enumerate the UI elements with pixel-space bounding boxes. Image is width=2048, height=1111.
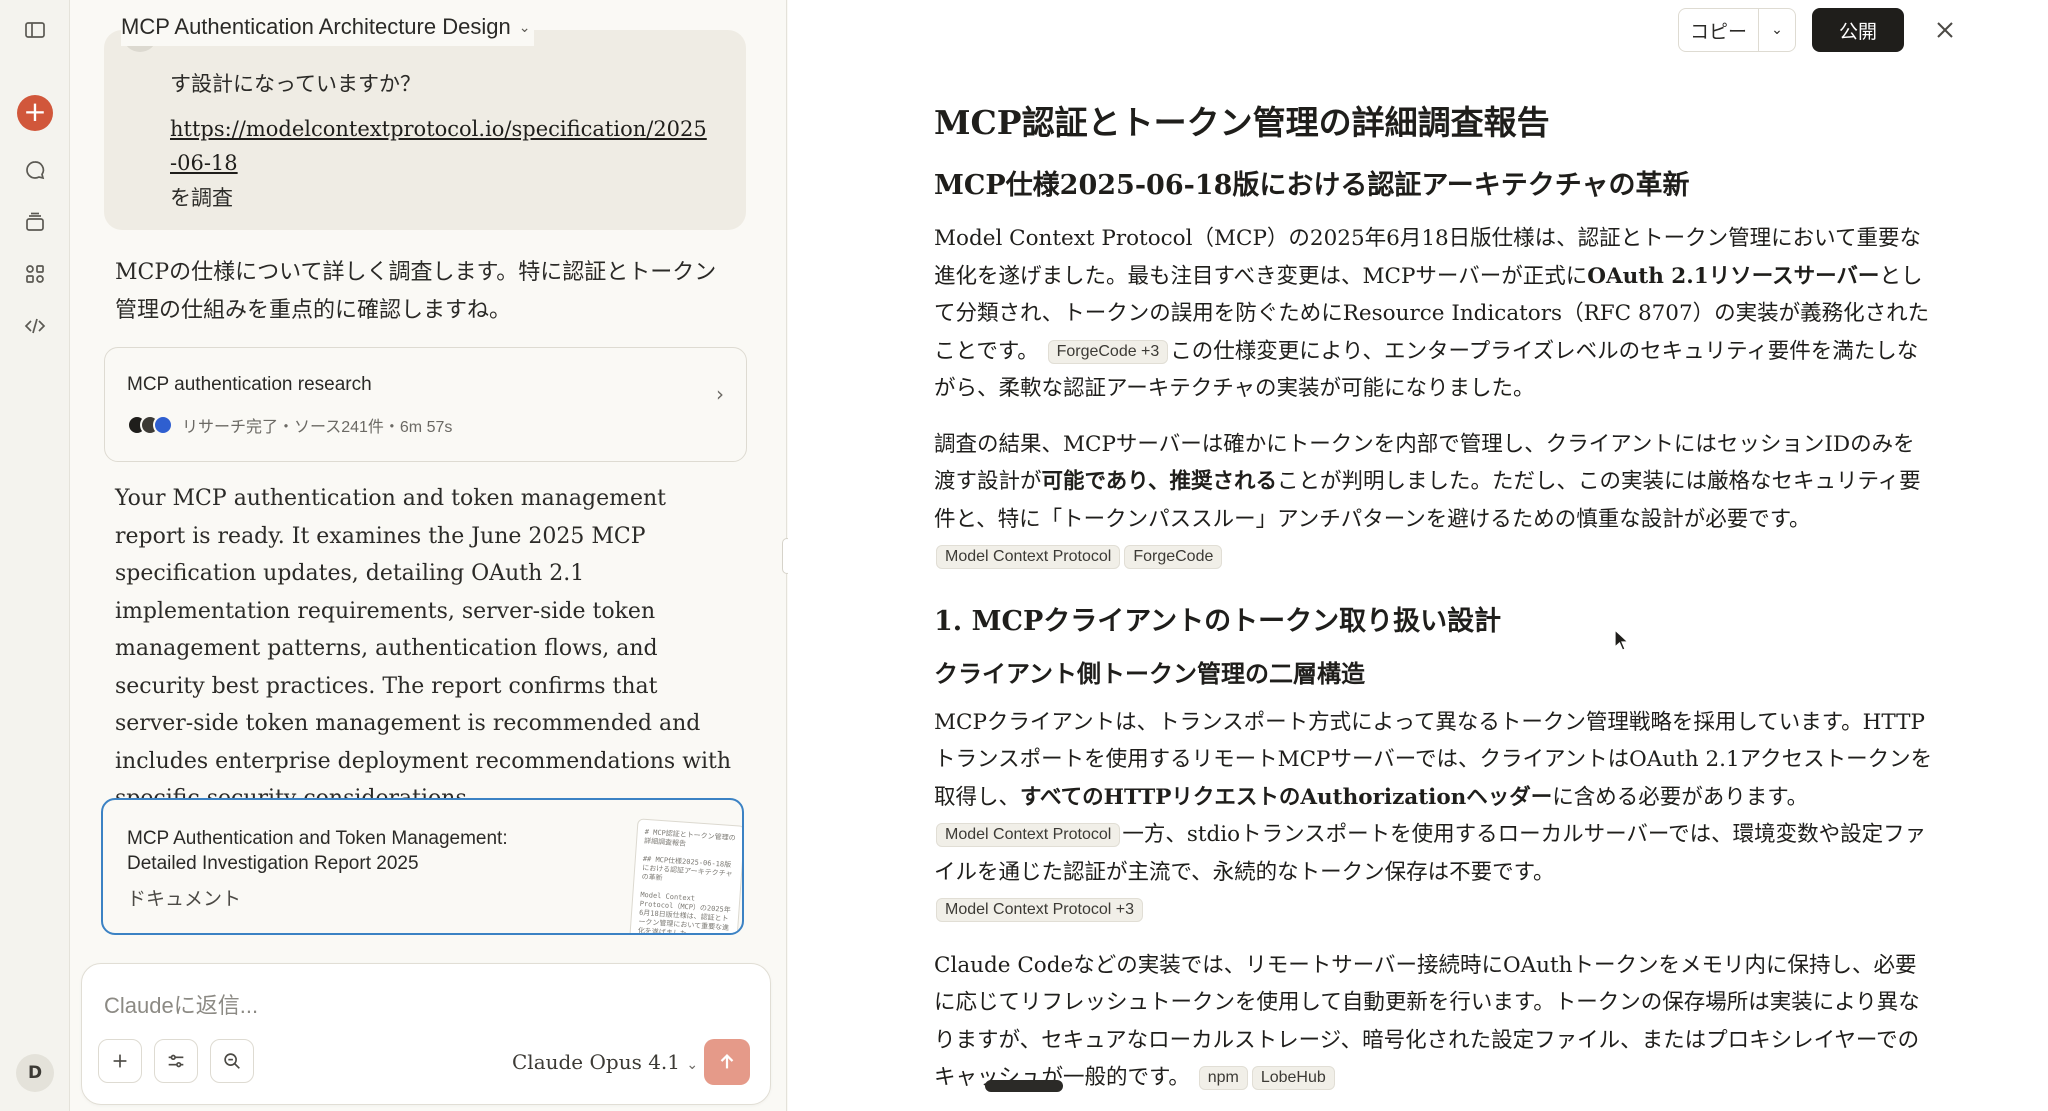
conversation-title-text: MCP Authentication Architecture Design (121, 14, 511, 39)
conversation-title[interactable]: MCP Authentication Architecture Design ⌄ (121, 14, 535, 46)
composer: Claudeに返信... Claude Opus 4.1 ⌄ (81, 963, 771, 1105)
citation-chip[interactable]: LobeHub (1251, 1066, 1335, 1090)
document-pane: コピー ⌄ 公開 MCP認証とトークン管理の詳細調査報告 MCP仕様2025-0… (788, 0, 2048, 1111)
chevron-down-icon: ⌄ (686, 1057, 699, 1073)
source-favicon-icon (153, 415, 173, 435)
subsection-heading: クライアント側トークン管理の二層構造 (934, 658, 1366, 688)
bold-text: 可能であり、推奨される (1041, 469, 1277, 494)
new-chat-button[interactable]: + (17, 95, 53, 131)
reply-input[interactable]: Claudeに返信... (104, 988, 258, 1020)
citation-chip[interactable]: Model Context Protocol (936, 545, 1121, 569)
research-card[interactable]: MCP authentication research リサーチ完了・ソース24… (104, 347, 747, 462)
section-heading: 1. MCPクライアントのトークン取り扱い設計 (934, 605, 1502, 637)
research-status: リサーチ完了・ソース241件・6m 57s (182, 419, 453, 436)
scroll-indicator[interactable] (985, 1080, 1063, 1092)
bold-text: OAuth 2.1リソースサーバー (1587, 263, 1880, 289)
user-message: す設計になっていますか？ https://modelcontextprotoco… (104, 24, 746, 230)
research-button[interactable] (210, 1039, 254, 1083)
model-name: Claude Opus 4.1 (512, 1050, 681, 1074)
code-icon[interactable] (19, 310, 51, 342)
projects-icon[interactable] (19, 206, 51, 238)
user-message-text-end: を調査 (170, 186, 233, 210)
source-favicons (127, 415, 173, 435)
user-avatar[interactable]: D (16, 1054, 54, 1092)
citation-chip[interactable]: Model Context Protocol +3 (936, 898, 1143, 922)
text: Claude Codeなどの実装では、リモートサーバー接続時にOAuthトークン… (934, 952, 1920, 1091)
document-title: MCP認証とトークン管理の詳細調査報告 (934, 103, 1550, 142)
paragraph: Model Context Protocol（MCP）の2025年6月18日版仕… (934, 220, 1934, 408)
close-icon[interactable] (1929, 14, 1961, 46)
research-card-meta: リサーチ完了・ソース241件・6m 57s (127, 413, 452, 437)
assistant-summary: Your MCP authentication and token manage… (115, 486, 732, 811)
document-card-type: ドキュメント (127, 889, 242, 910)
send-button[interactable] (704, 1039, 750, 1085)
add-attachment-button[interactable] (98, 1039, 142, 1083)
spec-link[interactable]: https://modelcontextprotocol.io/specific… (170, 112, 710, 180)
paragraph: MCPクライアントは、トランスポート方式によって異なるトークン管理戦略を採用して… (934, 704, 1934, 929)
research-card-title: MCP authentication research (127, 374, 372, 395)
chats-icon[interactable] (19, 154, 51, 186)
artifacts-icon[interactable] (19, 258, 51, 290)
citation-chip[interactable]: ForgeCode +3 (1047, 339, 1169, 364)
model-selector[interactable]: Claude Opus 4.1 ⌄ (512, 1050, 698, 1074)
document-toolbar: コピー ⌄ 公開 (1648, 0, 2048, 60)
plus-icon (113, 1054, 127, 1068)
sidebar-toggle-icon[interactable] (19, 14, 51, 46)
tools-button[interactable] (154, 1039, 198, 1083)
copy-button[interactable]: コピー (1679, 9, 1759, 51)
publish-button[interactable]: 公開 (1812, 8, 1904, 52)
document-content: MCP認証とトークン管理の詳細調査報告 MCP仕様2025-06-18版における… (934, 100, 1934, 1111)
section-heading: MCP仕様2025-06-18版における認証アーキテクチャの革新 (934, 170, 1690, 201)
document-card[interactable]: MCP Authentication and Token Management:… (101, 798, 744, 935)
chevron-right-icon: › (716, 382, 724, 406)
chat-pane: す設計になっていますか？ https://modelcontextprotoco… (71, 0, 787, 1111)
mouse-cursor-icon (1614, 628, 1630, 651)
arrow-up-icon (720, 1054, 734, 1069)
bold-text: すべてのHTTPリクエストのAuthorizationヘッダー (1020, 784, 1553, 810)
sliders-icon (168, 1054, 184, 1068)
user-message-text: す設計になっていますか？ (170, 72, 421, 96)
document-thumbnail: # MCP認証とトークン管理の詳細調査報告 ## MCP仕様2025-06-18… (628, 818, 742, 933)
paragraph: 調査の結果、MCPサーバーは確かにトークンを内部で管理し、クライアントにはセッシ… (934, 426, 1934, 576)
search-icon (224, 1053, 240, 1069)
assistant-intro: MCPの仕様について詳しく調査します。特に認証とトークン管理の仕組みを重点的に確… (115, 260, 717, 323)
copy-options-chevron-down-icon[interactable]: ⌄ (1759, 9, 1795, 51)
citation-chip[interactable]: npm (1198, 1066, 1248, 1090)
left-rail: + D (0, 0, 70, 1111)
paragraph: Claude Codeなどの実装では、リモートサーバー接続時にOAuthトークン… (934, 947, 1934, 1097)
citation-chip[interactable]: ForgeCode (1124, 545, 1223, 569)
copy-button-group: コピー ⌄ (1678, 8, 1796, 52)
text: に含める必要があります。 (1552, 784, 1809, 810)
document-card-title: MCP Authentication and Token Management:… (127, 828, 508, 874)
chevron-down-icon: ⌄ (518, 18, 531, 35)
citation-chip[interactable]: Model Context Protocol (936, 823, 1121, 847)
